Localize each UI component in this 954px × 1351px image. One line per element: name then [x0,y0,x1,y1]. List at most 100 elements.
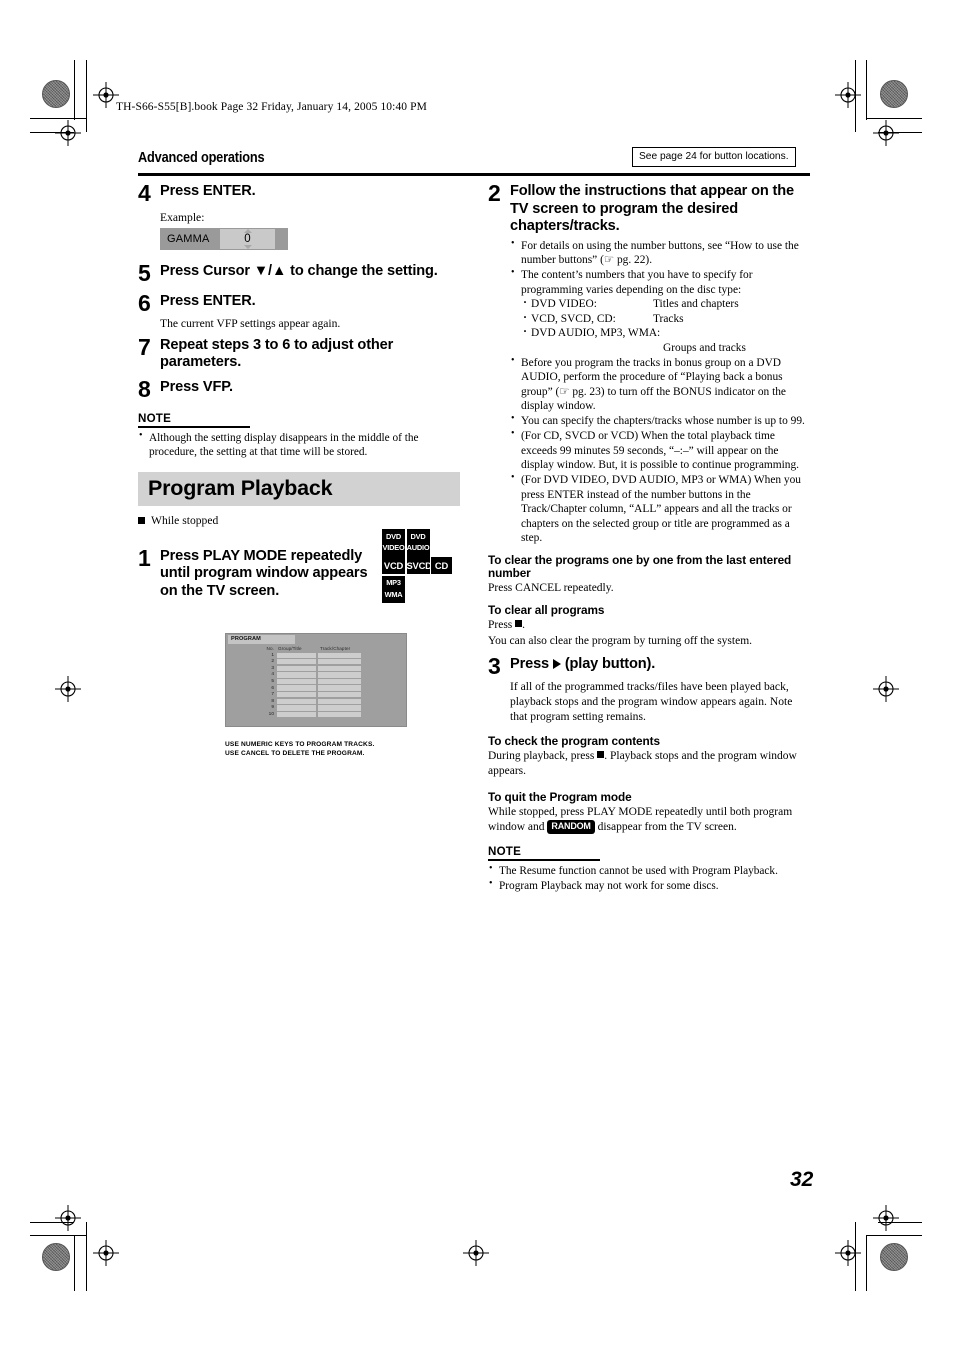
while-stopped-label: While stopped [151,513,219,527]
track-chapter-field[interactable] [318,672,361,678]
track-chapter-field[interactable] [318,698,361,704]
quit-mode-heading: To quit the Program mode [488,789,632,804]
step-5: 5 Press Cursor ▼/▲ to change the setting… [138,262,460,285]
disc-type-content: Tracks [653,312,684,325]
step-3: 3 Press (play button). [488,653,810,680]
group-title-field[interactable] [277,665,316,672]
badge-dvd-audio: DVD AUDIO [406,529,430,557]
disc-type-content: Groups and tracks [663,341,746,354]
bullet-bonus-group: Before you program the tracks in bonus g… [510,355,810,414]
step-6: 6 Press ENTER. [138,290,460,316]
step-text: Press (play button). [510,656,810,674]
down-arrow-icon [243,245,252,249]
note-item: Although the setting display disappears … [138,430,460,459]
group-title-field[interactable] [277,678,316,685]
row-number: 2 [271,659,274,665]
group-title-field[interactable] [277,652,316,658]
row-number: 6 [271,685,274,691]
disc-type-table: DVD VIDEO: Titles and chapters VCD, SVCD… [521,295,810,355]
disc-type-content: Titles and chapters [653,298,739,311]
step-number: 7 [138,333,151,360]
program-window-row: 4 [256,672,365,678]
program-window-title: PROGRAM [228,635,295,644]
step-number: 6 [138,290,151,316]
step-text: Press PLAY MODE repeatedly until program… [160,547,368,599]
clear-one-body: Press CANCEL repeatedly. [488,582,614,595]
gamma-value: 0 [244,233,251,245]
group-title-field[interactable] [277,672,316,678]
group-title-field[interactable] [277,691,316,698]
track-chapter-field[interactable] [318,665,361,672]
step-number: 8 [138,375,151,402]
group-title-field[interactable] [277,711,316,718]
clear-one-heading: To clear the programs one by one from th… [488,552,792,580]
badge-row-3: MP3 WMA [382,575,458,603]
program-window-row: 5 [256,678,365,685]
note-underline [488,859,600,862]
row-number: 9 [271,705,274,711]
step-text: Press ENTER. [160,293,256,309]
track-chapter-field[interactable] [318,711,361,718]
row-number: 10 [268,711,274,717]
disc-type-name: VCD, SVCD, CD: [531,312,616,325]
step-8: 8 Press VFP. [138,375,460,402]
badge-line2: VIDEO [382,543,405,552]
track-chapter-field[interactable] [318,691,361,698]
program-window-row: 1 [256,652,365,658]
check-contents-heading: To check the program contents [488,734,660,749]
note-item: Program Playback may not work for some d… [488,878,810,893]
column-header-track-chapter: Track/Chapter [320,646,351,651]
badge-cd: CD [431,556,452,574]
program-window-row: 9 [256,705,365,711]
step-2: 2 Follow the instructions that appear on… [488,180,810,236]
clear-all-heading: To clear all programs [488,602,605,617]
track-chapter-field[interactable] [318,652,361,658]
group-title-field[interactable] [277,705,316,711]
note-item: The Resume function cannot be used with … [488,863,810,878]
group-title-field[interactable] [277,659,316,665]
program-window-grid: No. Group/Title Track/Chapter 1234567891… [256,646,365,718]
column-header-group-title: Group/Title [278,646,302,651]
row-number: 4 [271,672,274,678]
track-chapter-field[interactable] [318,659,361,665]
badge-line1: DVD [385,531,401,541]
gamma-value-field: 0 [220,229,275,249]
step-4: 4 Press ENTER. [138,182,460,205]
group-title-field[interactable] [277,698,316,704]
row-number: 1 [271,652,274,658]
check-contents-prefix: During playback, press [488,750,598,763]
section-heading-band: Program Playback [138,471,460,506]
program-window-row: 3 [256,665,365,672]
program-window-row: 7 [256,691,365,698]
note-list: Although the setting display disappears … [138,430,460,459]
step-number: 2 [488,180,501,206]
note-underline [138,425,250,428]
row-number: 5 [271,679,274,684]
check-contents-body: During playback, press . Playback stops … [488,749,810,778]
row-number: 7 [271,692,274,698]
track-chapter-field[interactable] [318,685,361,691]
program-window-row: 6 [256,685,365,691]
group-title-field[interactable] [277,685,316,691]
badge-row-2: VCD SVCD CD [382,556,458,574]
track-chapter-field[interactable] [318,678,361,685]
track-chapter-field[interactable] [318,705,361,711]
bullet-disc-type: The content’s numbers that you have to s… [510,267,810,355]
step-text: Press Cursor ▼/▲ to change the setting. [160,263,438,279]
disc-type-badges: DVD VIDEO DVD AUDIO VCD SVCD CD MP3 WMA [382,529,458,603]
clear-all-extra: You can also clear the program by turnin… [488,634,753,647]
bullet-max-number: You can specify the chapters/tracks whos… [510,413,810,428]
caption-line-1: USE NUMERIC KEYS TO PROGRAM TRACKS. [225,741,375,748]
step-number: 3 [488,653,501,680]
disc-type-row: DVD AUDIO, MP3, WMA: Groups and tracks [521,324,810,355]
program-window-screenshot: PROGRAM No. Group/Title Track/Chapter 12… [225,633,407,727]
badge-svcd: SVCD [406,556,432,574]
step-6-subtext: The current VFP settings appear again. [160,317,341,330]
clear-all-body: Press . [488,618,810,633]
program-window-row: 8 [256,698,365,704]
note-list: The Resume function cannot be used with … [488,863,810,893]
badge-line2: WMA [384,589,403,599]
bullet-number-buttons: For details on using the number buttons,… [510,238,810,268]
row-number: 3 [271,665,274,671]
badge-vcd: VCD [382,556,405,574]
